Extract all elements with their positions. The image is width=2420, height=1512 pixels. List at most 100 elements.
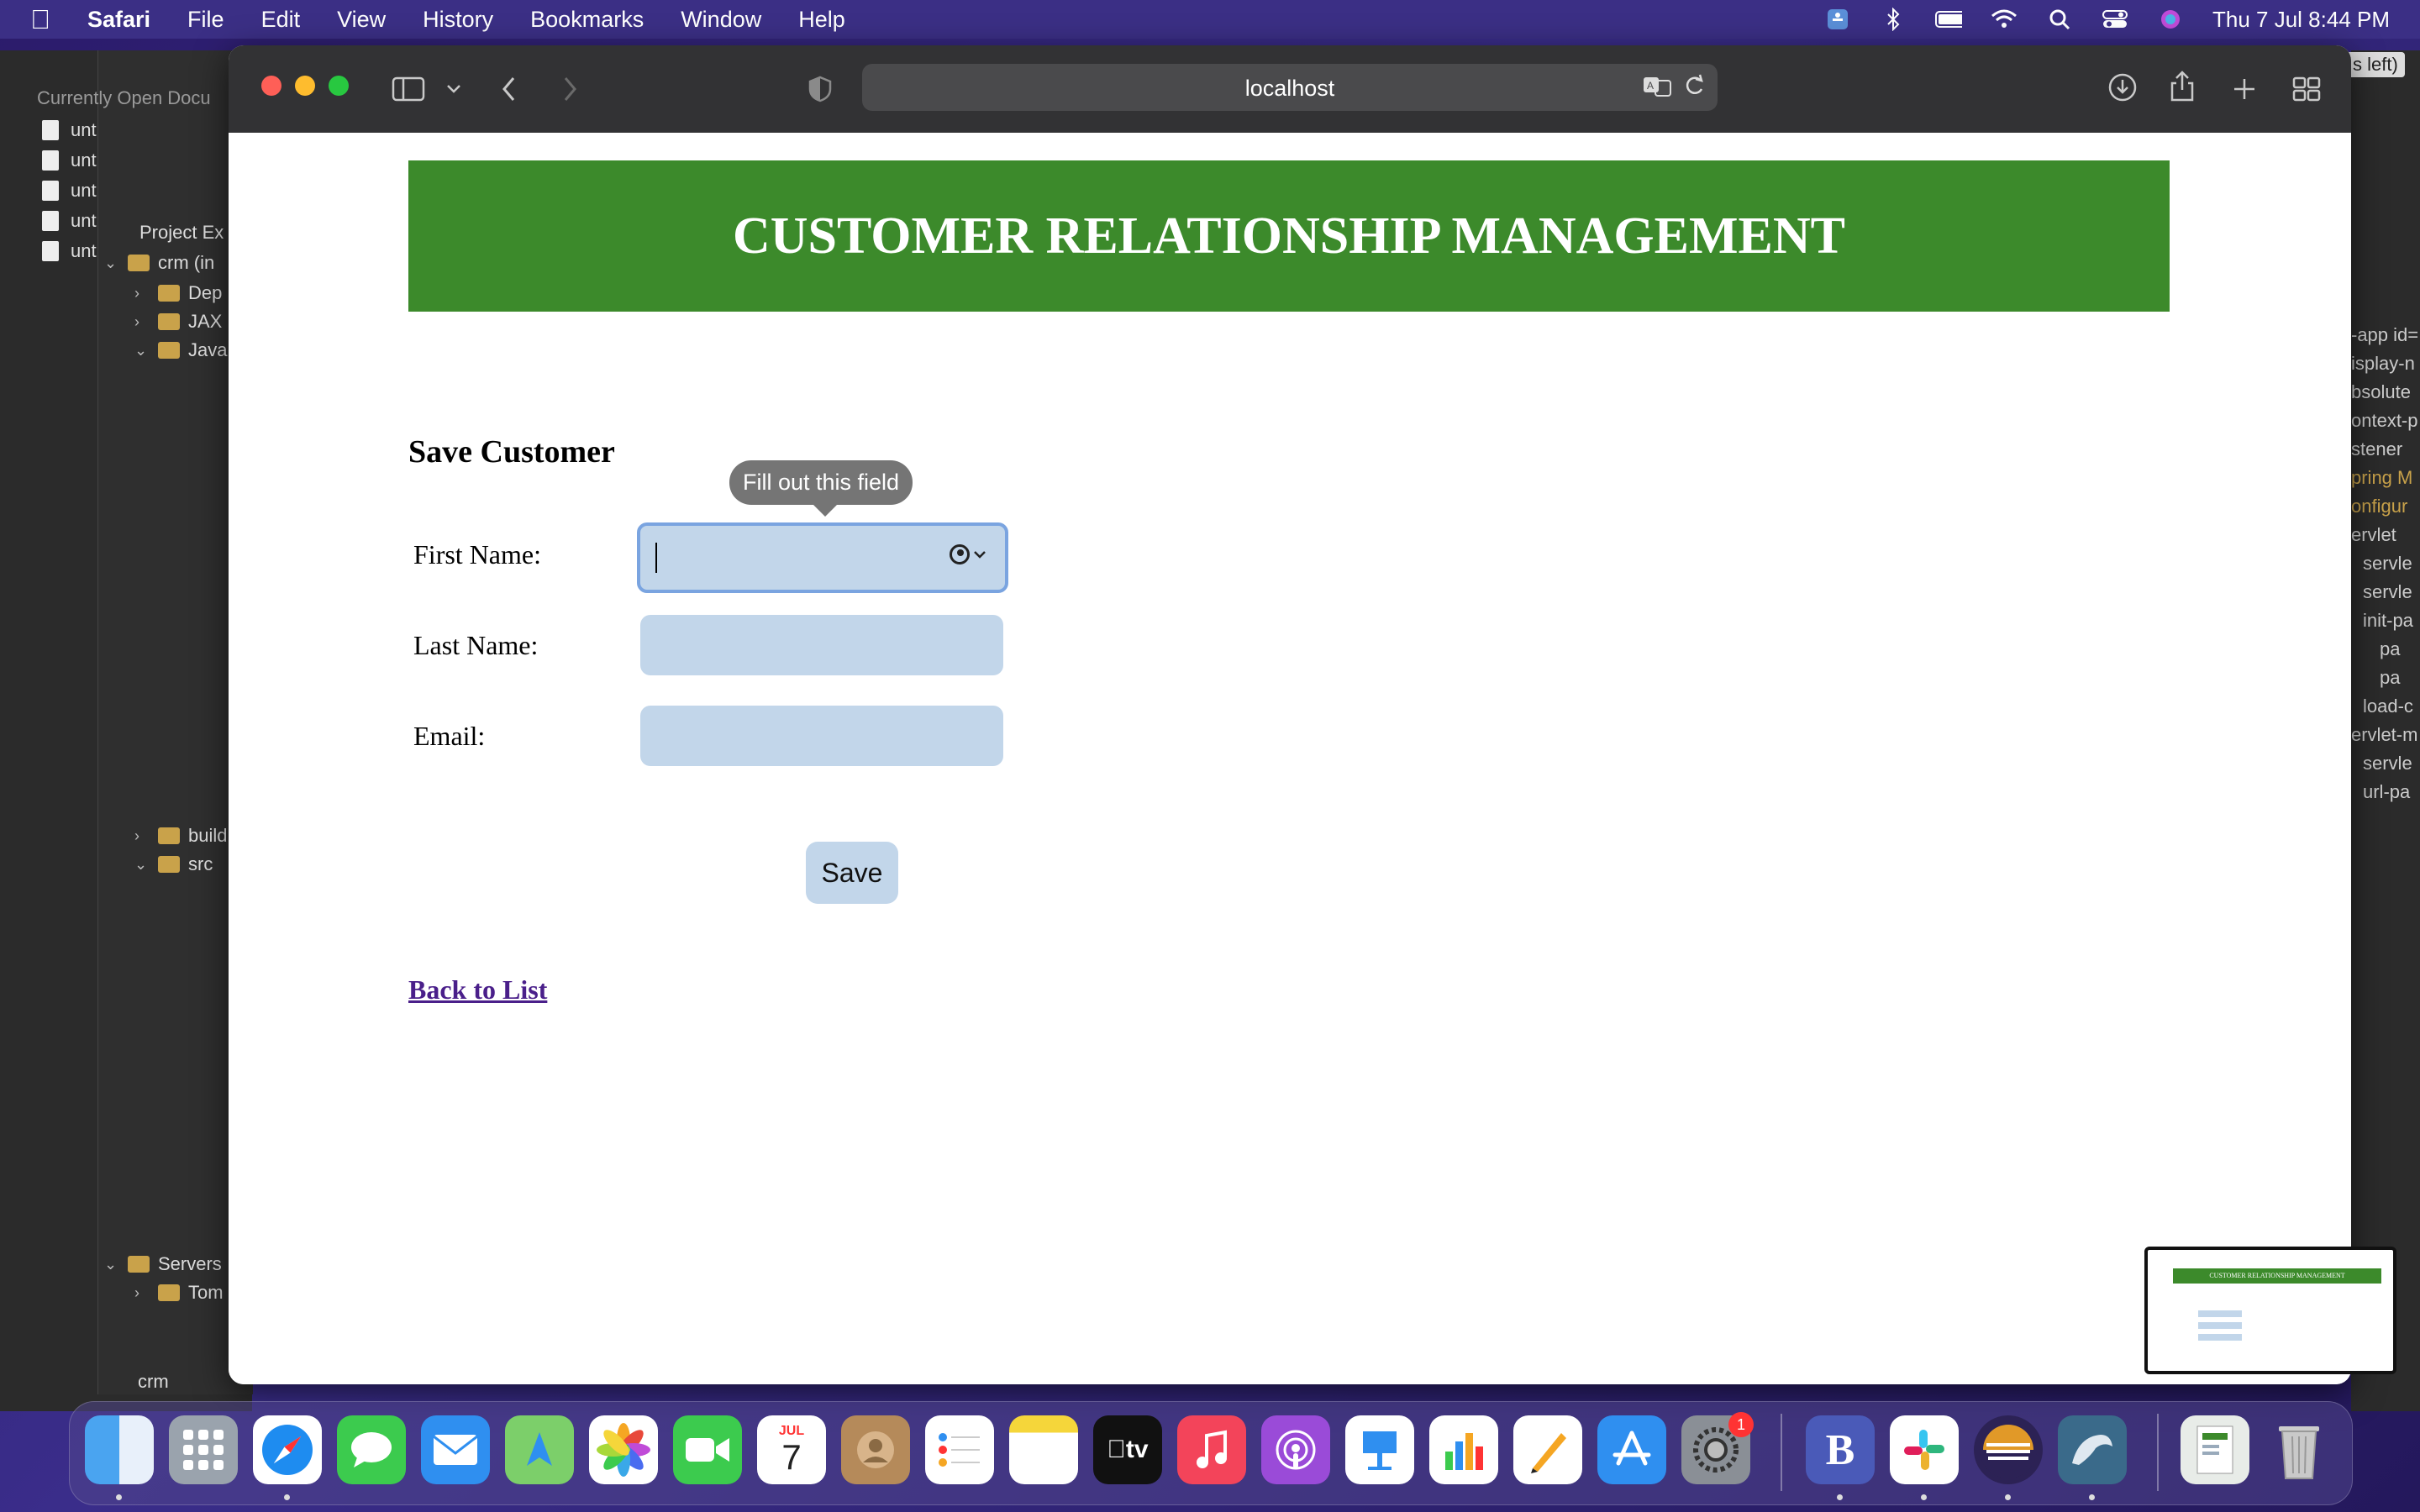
thumbnail-field xyxy=(2198,1334,2242,1341)
close-window-button[interactable] xyxy=(261,76,281,96)
dock-safari-icon[interactable] xyxy=(253,1415,322,1484)
save-button[interactable]: Save xyxy=(806,842,898,904)
open-document-item[interactable]: unt xyxy=(42,210,97,232)
xml-line: servle xyxy=(2363,553,2412,574)
tree-item-build[interactable]: › build xyxy=(134,825,227,847)
wifi-icon[interactable] xyxy=(1991,8,2018,30)
privacy-shield-icon[interactable] xyxy=(808,72,832,106)
dock-numbers-icon[interactable] xyxy=(1429,1415,1498,1484)
dock-mail-icon[interactable] xyxy=(421,1415,490,1484)
dock-preview-icon[interactable] xyxy=(2181,1415,2249,1484)
dock-eclipse-icon[interactable] xyxy=(1974,1415,2043,1484)
share-icon[interactable] xyxy=(2170,69,2195,102)
dock-facetime-icon[interactable] xyxy=(673,1415,742,1484)
running-indicator xyxy=(1837,1494,1843,1500)
person-circle-icon xyxy=(950,544,970,564)
open-document-item[interactable]: unt xyxy=(42,240,97,262)
screenshot-thumbnail[interactable]: CUSTOMER RELATIONSHIP MANAGEMENT xyxy=(2144,1247,2396,1374)
folder-icon xyxy=(158,313,180,330)
chevron-down-icon xyxy=(974,551,986,559)
back-to-list-link[interactable]: Back to List xyxy=(408,974,547,1005)
reload-icon[interactable] xyxy=(1682,72,1706,105)
dock-calendar-icon[interactable]: JUL 7 xyxy=(757,1415,826,1484)
tree-item-jax[interactable]: › JAX xyxy=(134,311,222,333)
dock-notes-icon[interactable] xyxy=(1009,1415,1078,1484)
menu-help[interactable]: Help xyxy=(798,7,845,33)
xml-line: ontext-p xyxy=(2351,410,2418,431)
open-document-item[interactable]: unt xyxy=(42,180,97,202)
tree-item-tomcat[interactable]: › Tom xyxy=(134,1282,224,1304)
dock-trash-icon[interactable] xyxy=(2265,1415,2333,1484)
dock-contacts-icon[interactable] xyxy=(841,1415,910,1484)
control-center-icon[interactable] xyxy=(2102,8,2128,30)
new-tab-plus-icon[interactable] xyxy=(2232,72,2257,106)
zoom-window-button[interactable] xyxy=(329,76,349,96)
dock-podcasts-icon[interactable] xyxy=(1261,1415,1330,1484)
autofill-contact-icon[interactable] xyxy=(950,544,986,564)
file-icon xyxy=(42,211,59,231)
menu-file[interactable]: File xyxy=(187,7,224,33)
menu-bookmarks[interactable]: Bookmarks xyxy=(530,7,644,33)
dock-pages-icon[interactable] xyxy=(1513,1415,1582,1484)
thumbnail-header: CUSTOMER RELATIONSHIP MANAGEMENT xyxy=(2173,1268,2381,1284)
dock-mysql-workbench-icon[interactable] xyxy=(2058,1415,2127,1484)
file-icon xyxy=(42,241,59,261)
sidebar-toggle-icon[interactable] xyxy=(392,72,425,106)
xml-line: onfigur xyxy=(2351,496,2408,517)
open-document-item[interactable]: unt xyxy=(42,119,97,141)
spotlight-search-icon[interactable] xyxy=(2046,8,2073,30)
dock-launchpad-icon[interactable] xyxy=(169,1415,238,1484)
tree-item-dep[interactable]: › Dep xyxy=(134,282,222,304)
menu-view[interactable]: View xyxy=(337,7,386,33)
dock-finder-icon[interactable] xyxy=(85,1415,154,1484)
siri-icon[interactable] xyxy=(2157,8,2184,30)
tv-apple-icon:  xyxy=(1107,1436,1126,1464)
email-input[interactable] xyxy=(640,706,1003,766)
dock-tv-icon[interactable]: tv xyxy=(1093,1415,1162,1484)
running-indicator xyxy=(284,1494,290,1500)
dock-keynote-icon[interactable] xyxy=(1345,1415,1414,1484)
tab-group-chevron-down-icon[interactable] xyxy=(445,72,462,106)
menu-window[interactable]: Window xyxy=(681,7,761,33)
menu-app-name[interactable]: Safari xyxy=(87,7,150,33)
dock-photos-icon[interactable] xyxy=(589,1415,658,1484)
translate-icon[interactable]: A xyxy=(1642,74,1674,103)
tree-item-crm[interactable]: ⌄ crm (in xyxy=(104,252,214,274)
tree-item-servers[interactable]: ⌄ Servers xyxy=(104,1253,222,1275)
first-name-input[interactable] xyxy=(637,522,1008,593)
thumbnail-field xyxy=(2198,1322,2242,1329)
battery-icon[interactable] xyxy=(1935,8,1962,30)
tree-item-java[interactable]: ⌄ Java xyxy=(134,339,227,361)
forward-button-icon[interactable] xyxy=(561,72,578,106)
safari-toolbar: localhost A xyxy=(229,45,2351,133)
web-page-content: CUSTOMER RELATIONSHIP MANAGEMENT Save Cu… xyxy=(229,133,2351,1384)
apple-icon[interactable]:  xyxy=(30,4,72,35)
open-document-item[interactable]: unt xyxy=(42,150,97,171)
dock-maps-icon[interactable] xyxy=(505,1415,574,1484)
dock-reminders-icon[interactable] xyxy=(925,1415,994,1484)
project-icon xyxy=(128,255,150,271)
dock-music-icon[interactable] xyxy=(1177,1415,1246,1484)
accessibility-icon[interactable] xyxy=(1824,8,1851,30)
folder-icon xyxy=(158,827,180,844)
dock-bbedit-icon[interactable]: B xyxy=(1806,1415,1875,1484)
downloads-icon[interactable] xyxy=(2107,71,2138,104)
menu-history[interactable]: History xyxy=(423,7,493,33)
dock: JUL 7 tv 1 B xyxy=(69,1401,2353,1505)
tree-item-src[interactable]: ⌄ src xyxy=(134,853,213,875)
back-button-icon[interactable] xyxy=(501,72,518,106)
xml-line: ervlet xyxy=(2351,524,2396,545)
background-ide-window: Currently Open Docu unt unt unt unt unt … xyxy=(0,50,253,1411)
menu-edit[interactable]: Edit xyxy=(261,7,301,33)
dock-app-store-icon[interactable] xyxy=(1597,1415,1666,1484)
bluetooth-icon[interactable] xyxy=(1880,8,1907,31)
dock-messages-icon[interactable] xyxy=(337,1415,406,1484)
dock-system-preferences-icon[interactable]: 1 xyxy=(1681,1412,1754,1484)
minimize-window-button[interactable] xyxy=(295,76,315,96)
last-name-input[interactable] xyxy=(640,615,1003,675)
dock-slack-icon[interactable] xyxy=(1890,1415,1959,1484)
address-bar[interactable]: localhost A xyxy=(862,64,1718,111)
menubar-clock[interactable]: Thu 7 Jul 8:44 PM xyxy=(2212,7,2390,33)
status-area: Thu 7 Jul 8:44 PM xyxy=(1824,0,2390,39)
tab-overview-icon[interactable] xyxy=(2292,72,2321,106)
